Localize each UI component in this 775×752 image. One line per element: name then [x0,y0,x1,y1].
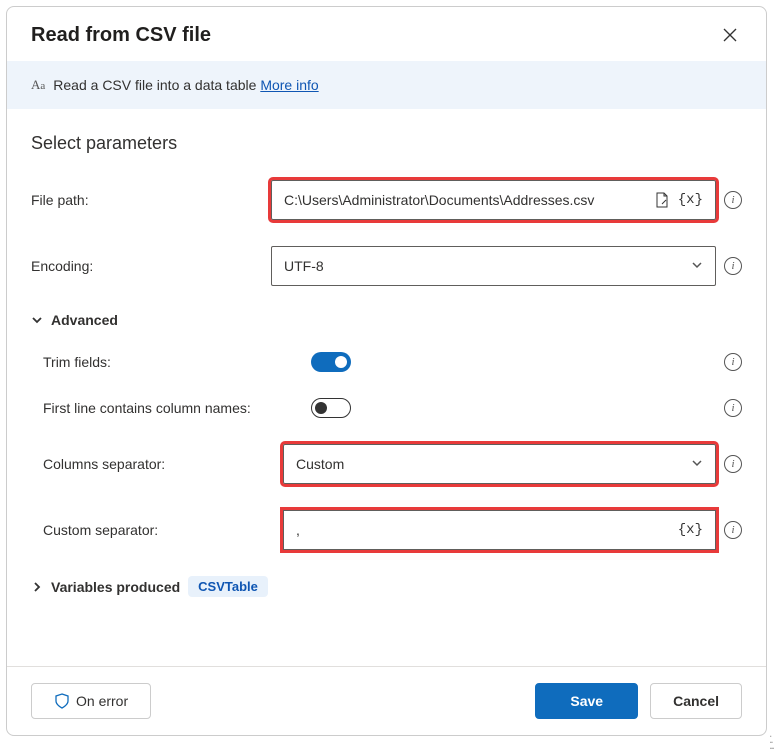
shield-icon [54,693,70,709]
encoding-select[interactable]: UTF-8 [271,246,716,286]
trim-fields-toggle[interactable] [311,352,351,372]
dialog-content: Select parameters File path: C:\Users\Ad… [7,109,766,666]
cancel-button[interactable]: Cancel [650,683,742,719]
first-line-row: First line contains column names: i [31,398,742,418]
trim-fields-label: Trim fields: [31,354,311,370]
info-icon[interactable]: i [724,521,742,539]
columns-separator-row: Columns separator: Custom i [31,444,742,484]
save-button[interactable]: Save [535,683,638,719]
custom-separator-value: , [296,522,300,538]
info-icon[interactable]: i [724,455,742,473]
encoding-label: Encoding: [31,258,271,274]
info-icon[interactable]: i [724,257,742,275]
chevron-right-icon [31,581,43,593]
close-icon[interactable] [718,23,742,47]
advanced-label: Advanced [51,312,118,328]
custom-separator-input[interactable]: , {x} [283,510,716,550]
first-line-toggle[interactable] [311,398,351,418]
info-icon[interactable]: i [724,399,742,417]
dialog: Read from CSV file Aa Read a CSV file in… [6,6,767,736]
columns-separator-value: Custom [296,456,344,472]
on-error-label: On error [76,693,128,709]
chevron-down-icon [31,314,43,326]
variable-picker-icon[interactable]: {x} [678,522,703,538]
columns-separator-label: Columns separator: [31,456,283,472]
text-icon: Aa [31,77,45,93]
on-error-button[interactable]: On error [31,683,151,719]
resize-grip-icon[interactable]: ...... [769,730,773,748]
file-path-value: C:\Users\Administrator\Documents\Address… [284,192,594,208]
dialog-header: Read from CSV file [7,7,766,61]
info-icon[interactable]: i [724,353,742,371]
variable-badge[interactable]: CSVTable [188,576,268,597]
first-line-label: First line contains column names: [31,400,311,416]
variable-picker-icon[interactable]: {x} [678,192,703,208]
chevron-down-icon [691,259,703,274]
encoding-row: Encoding: UTF-8 i [31,246,742,286]
info-icon[interactable]: i [724,191,742,209]
columns-separator-select[interactable]: Custom [283,444,716,484]
custom-separator-label: Custom separator: [31,522,283,538]
advanced-expander[interactable]: Advanced [31,312,742,328]
variables-expander[interactable]: Variables produced CSVTable [31,576,742,597]
custom-separator-row: Custom separator: , {x} i [31,510,742,550]
file-path-input[interactable]: C:\Users\Administrator\Documents\Address… [271,180,716,220]
trim-fields-row: Trim fields: i [31,352,742,372]
file-path-label: File path: [31,192,271,208]
file-picker-icon[interactable] [654,192,670,208]
info-text: Read a CSV file into a data table [53,77,256,93]
section-heading: Select parameters [31,133,742,154]
save-label: Save [570,693,603,709]
more-info-link[interactable]: More info [260,77,318,93]
variables-produced-label: Variables produced [51,579,180,595]
chevron-down-icon [691,457,703,472]
file-path-row: File path: C:\Users\Administrator\Docume… [31,180,742,220]
cancel-label: Cancel [673,693,719,709]
encoding-value: UTF-8 [284,258,324,274]
dialog-footer: On error Save Cancel [7,666,766,735]
info-strip: Aa Read a CSV file into a data table Mor… [7,61,766,109]
dialog-title: Read from CSV file [31,24,211,47]
